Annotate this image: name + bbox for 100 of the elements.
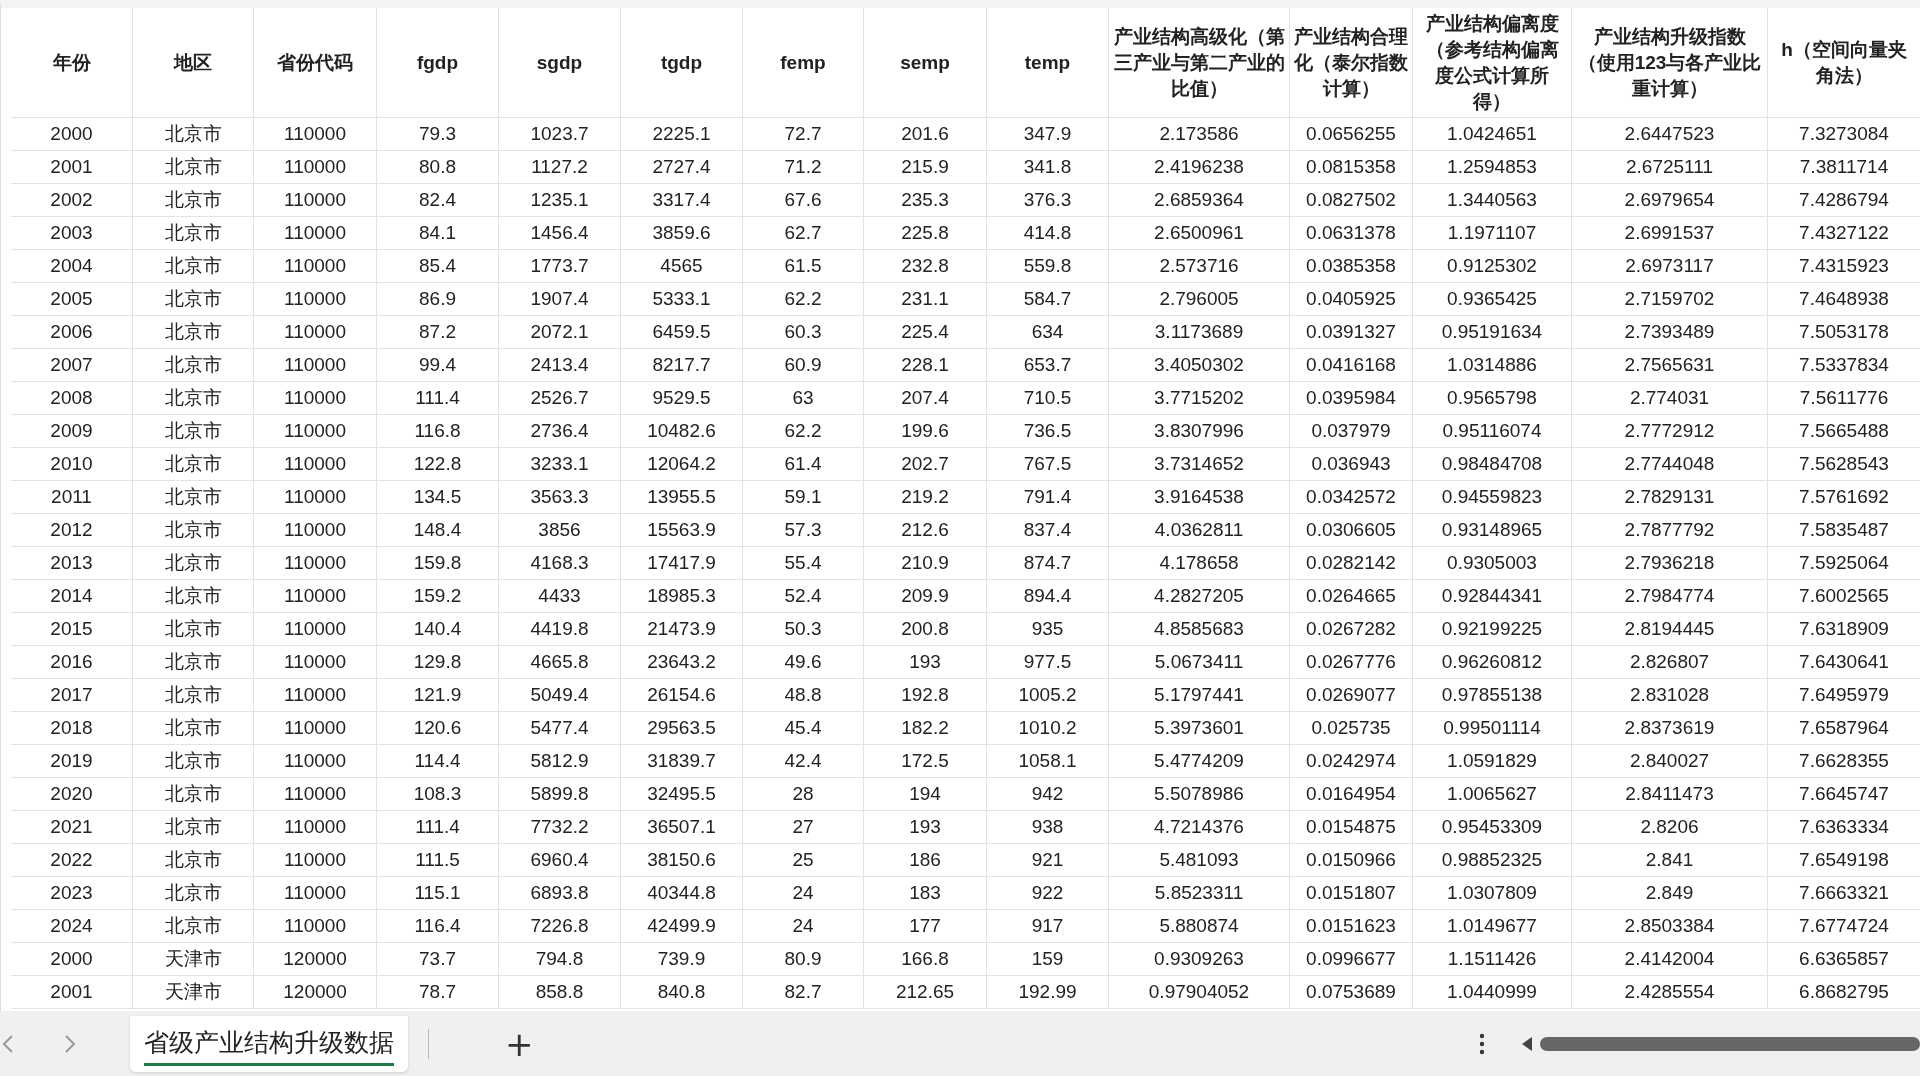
table-cell: 3317.4 — [621, 184, 743, 217]
table-cell: 111.5 — [377, 844, 499, 877]
table-cell: 0.0306605 — [1290, 514, 1413, 547]
table-cell: 78.7 — [377, 976, 499, 1009]
table-cell: 110000 — [254, 481, 377, 514]
table-cell: 935 — [987, 613, 1109, 646]
table-cell: 2225.1 — [621, 118, 743, 151]
table-cell: 7.6774724 — [1768, 910, 1920, 943]
table-cell: 110000 — [254, 382, 377, 415]
table-cell: 2.6725111 — [1572, 151, 1768, 184]
table-cell: 228.1 — [864, 349, 987, 382]
table-cell: 2.6973117 — [1572, 250, 1768, 283]
table-cell: 4.8585683 — [1109, 613, 1290, 646]
table-cell: 7.4315923 — [1768, 250, 1920, 283]
table-cell: 1235.1 — [499, 184, 621, 217]
table-cell: 北京市 — [133, 844, 254, 877]
table-cell: 0.0264665 — [1290, 580, 1413, 613]
table-cell: 3.8307996 — [1109, 415, 1290, 448]
table-cell: 7.5925064 — [1768, 547, 1920, 580]
table-cell: 942 — [987, 778, 1109, 811]
table-cell: 0.99501114 — [1413, 712, 1572, 745]
table-cell: 148.4 — [377, 514, 499, 547]
table-cell: 2013 — [11, 547, 133, 580]
table-cell: 72.7 — [743, 118, 864, 151]
table-cell: 584.7 — [987, 283, 1109, 316]
table-cell: 61.4 — [743, 448, 864, 481]
table-cell: 2018 — [11, 712, 133, 745]
table-cell: 225.8 — [864, 217, 987, 250]
horizontal-scrollbar[interactable] — [1540, 1036, 1920, 1051]
table-cell: 北京市 — [133, 316, 254, 349]
table-cell: 2.7744048 — [1572, 448, 1768, 481]
table-cell: 120000 — [254, 976, 377, 1009]
column-header: 年份 — [11, 8, 133, 118]
table-cell: 80.8 — [377, 151, 499, 184]
column-header: femp — [743, 8, 864, 118]
table-cell: 5.1797441 — [1109, 679, 1290, 712]
table-cell: 0.95191634 — [1413, 316, 1572, 349]
table-cell: 1773.7 — [499, 250, 621, 283]
table-cell: 6.8682795 — [1768, 976, 1920, 1009]
table-cell: 235.3 — [864, 184, 987, 217]
table-cell: 36507.1 — [621, 811, 743, 844]
table-cell: 北京市 — [133, 118, 254, 151]
table-cell: 6459.5 — [621, 316, 743, 349]
table-cell: 110000 — [254, 745, 377, 778]
table-cell: 159.8 — [377, 547, 499, 580]
table-cell: 1010.2 — [987, 712, 1109, 745]
table-cell: 86.9 — [377, 283, 499, 316]
sheet-tab[interactable]: 省级产业结构升级数据 — [130, 1015, 408, 1072]
table-cell: 2.7393489 — [1572, 316, 1768, 349]
table-cell: 0.037979 — [1290, 415, 1413, 448]
scroll-left-icon[interactable] — [1520, 1035, 1534, 1052]
table-cell: 6.6365857 — [1768, 943, 1920, 976]
table-cell: 5.0673411 — [1109, 646, 1290, 679]
table-cell: 2.7984774 — [1572, 580, 1768, 613]
table-cell: 2001 — [11, 976, 133, 1009]
table-cell: 7.4327122 — [1768, 217, 1920, 250]
column-header: 产业结构偏离度（参考结构偏离度公式计算所得） — [1413, 8, 1572, 118]
table-cell: 110000 — [254, 712, 377, 745]
column-header: h（空间向量夹角法） — [1768, 8, 1920, 118]
table-cell: 0.0391327 — [1290, 316, 1413, 349]
table-cell: 791.4 — [987, 481, 1109, 514]
table-cell: 4665.8 — [499, 646, 621, 679]
table-cell: 2413.4 — [499, 349, 621, 382]
table-cell: 0.0631378 — [1290, 217, 1413, 250]
table-cell: 7.6549198 — [1768, 844, 1920, 877]
table-cell: 7.3811714 — [1768, 151, 1920, 184]
table-cell: 110000 — [254, 349, 377, 382]
table-cell: 1.1971107 — [1413, 217, 1572, 250]
table-cell: 0.96260812 — [1413, 646, 1572, 679]
table-cell: 2.849 — [1572, 877, 1768, 910]
table-cell: 0.0151807 — [1290, 877, 1413, 910]
table-cell: 13955.5 — [621, 481, 743, 514]
table-cell: 7.5665488 — [1768, 415, 1920, 448]
add-sheet-button[interactable]: + — [499, 1023, 540, 1064]
table-cell: 110000 — [254, 877, 377, 910]
table-cell: 73.7 — [377, 943, 499, 976]
table-cell: 110000 — [254, 910, 377, 943]
table-cell: 0.92199225 — [1413, 613, 1572, 646]
table-cell: 166.8 — [864, 943, 987, 976]
table-cell: 7.4648938 — [1768, 283, 1920, 316]
table-cell: 1.0591829 — [1413, 745, 1572, 778]
table-cell: 2.7936218 — [1572, 547, 1768, 580]
table-cell: 0.94559823 — [1413, 481, 1572, 514]
table-cell: 2017 — [11, 679, 133, 712]
column-header: 产业结构升级指数（使用123与各产业比重计算） — [1572, 8, 1768, 118]
table-cell: 5.4774209 — [1109, 745, 1290, 778]
table-cell: 5049.4 — [499, 679, 621, 712]
table-cell: 北京市 — [133, 481, 254, 514]
table-cell: 2.173586 — [1109, 118, 1290, 151]
table-cell: 2.8411473 — [1572, 778, 1768, 811]
table-cell: 4.7214376 — [1109, 811, 1290, 844]
table-cell: 376.3 — [987, 184, 1109, 217]
table-cell: 2016 — [11, 646, 133, 679]
more-icon[interactable] — [1479, 1032, 1485, 1055]
table-cell: 5333.1 — [621, 283, 743, 316]
table-cell: 739.9 — [621, 943, 743, 976]
table-cell: 23643.2 — [621, 646, 743, 679]
table-cell: 7.5835487 — [1768, 514, 1920, 547]
table-cell: 110000 — [254, 217, 377, 250]
table-cell: 231.1 — [864, 283, 987, 316]
